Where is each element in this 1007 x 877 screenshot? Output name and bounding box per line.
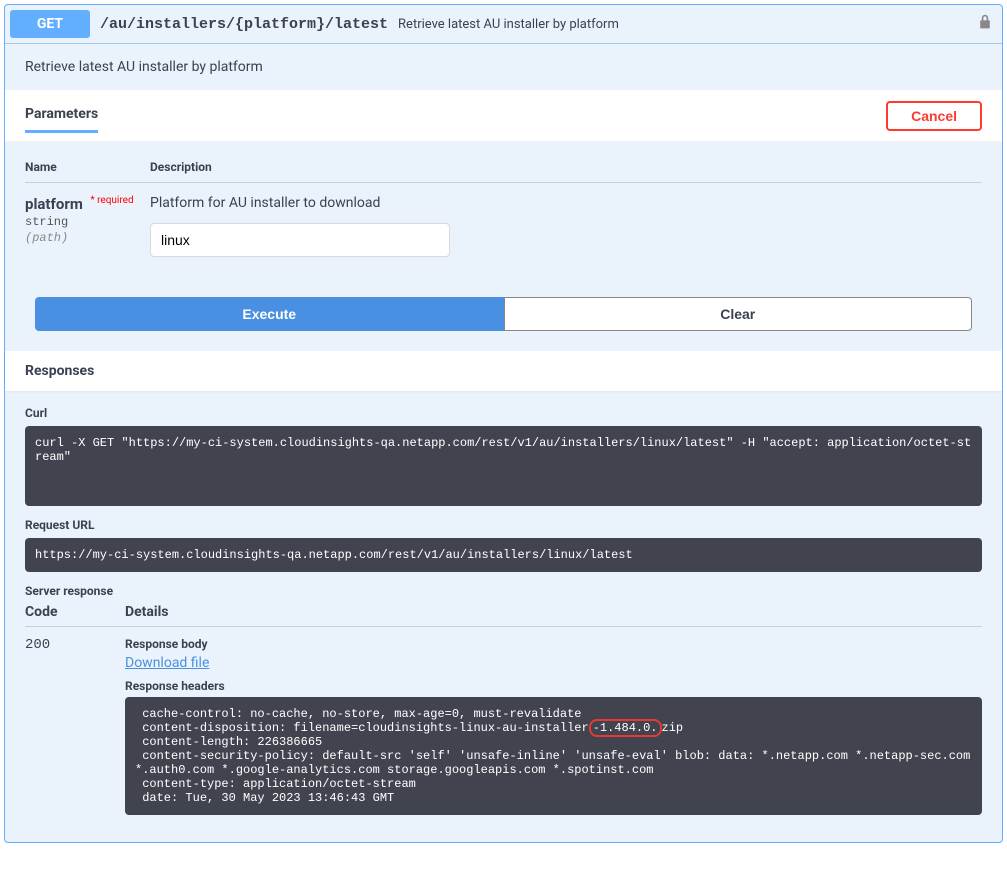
parameter-type: string	[25, 213, 150, 229]
curl-label: Curl	[25, 406, 982, 420]
request-url[interactable]: https://my-ci-system.cloudinsights-qa.ne…	[25, 538, 982, 572]
curl-command[interactable]: curl -X GET "https://my-ci-system.cloudi…	[25, 426, 982, 506]
responses-inner: Curl curl -X GET "https://my-ci-system.c…	[5, 391, 1002, 842]
required-indicator: * required	[86, 195, 133, 206]
column-header-description: Description	[150, 160, 982, 174]
download-file-link[interactable]: Download file	[125, 655, 209, 671]
server-response-label: Server response	[25, 584, 982, 598]
response-headers-label: Response headers	[125, 679, 982, 693]
responses-section-header: Responses	[5, 351, 1002, 391]
response-row: 200 Response body Download file Response…	[25, 637, 982, 827]
response-table-header: Code Details	[25, 604, 982, 627]
operation-description: Retrieve latest AU installer by platform	[5, 44, 1002, 90]
response-headers-pre: cache-control: no-cache, no-store, max-a…	[135, 707, 589, 735]
response-body-label: Response body	[125, 637, 982, 651]
parameter-row: platform * required string (path) Platfo…	[25, 183, 982, 257]
request-url-label: Request URL	[25, 518, 982, 532]
endpoint-path: /au/installers/{platform}/latest	[90, 16, 398, 33]
platform-input[interactable]	[150, 223, 450, 257]
operation-body: Retrieve latest AU installer by platform…	[5, 44, 1002, 842]
operation-summary-row[interactable]: GET /au/installers/{platform}/latest Ret…	[5, 5, 1002, 44]
endpoint-summary: Retrieve latest AU installer by platform	[398, 17, 977, 32]
parameters-tab-header: Parameters Cancel	[5, 90, 1002, 142]
column-header-code: Code	[25, 604, 125, 620]
column-header-name: Name	[25, 160, 150, 174]
parameter-description: Platform for AU installer to download	[150, 195, 982, 211]
parameter-description-cell: Platform for AU installer to download	[150, 195, 982, 257]
parameters-tab[interactable]: Parameters	[25, 98, 98, 133]
clear-button[interactable]: Clear	[504, 297, 973, 331]
parameters-table: Name Description platform * required str…	[5, 142, 1002, 277]
http-method-badge: GET	[10, 10, 90, 38]
operation-block: GET /au/installers/{platform}/latest Ret…	[4, 4, 1003, 843]
cancel-button[interactable]: Cancel	[886, 101, 982, 131]
response-headers-block[interactable]: cache-control: no-cache, no-store, max-a…	[125, 697, 982, 815]
column-header-details: Details	[125, 604, 982, 620]
parameter-name: platform	[25, 195, 83, 213]
parameter-meta: platform * required string (path)	[25, 195, 150, 245]
parameter-in: (path)	[25, 229, 150, 245]
action-button-row: Execute Clear	[5, 277, 1002, 351]
execute-button[interactable]: Execute	[35, 297, 504, 331]
response-details: Response body Download file Response hea…	[125, 637, 982, 827]
parameters-header-row: Name Description	[25, 152, 982, 183]
response-status-code: 200	[25, 637, 125, 653]
version-highlight: -1.484.0.	[589, 719, 662, 737]
lock-icon[interactable]	[977, 14, 997, 34]
